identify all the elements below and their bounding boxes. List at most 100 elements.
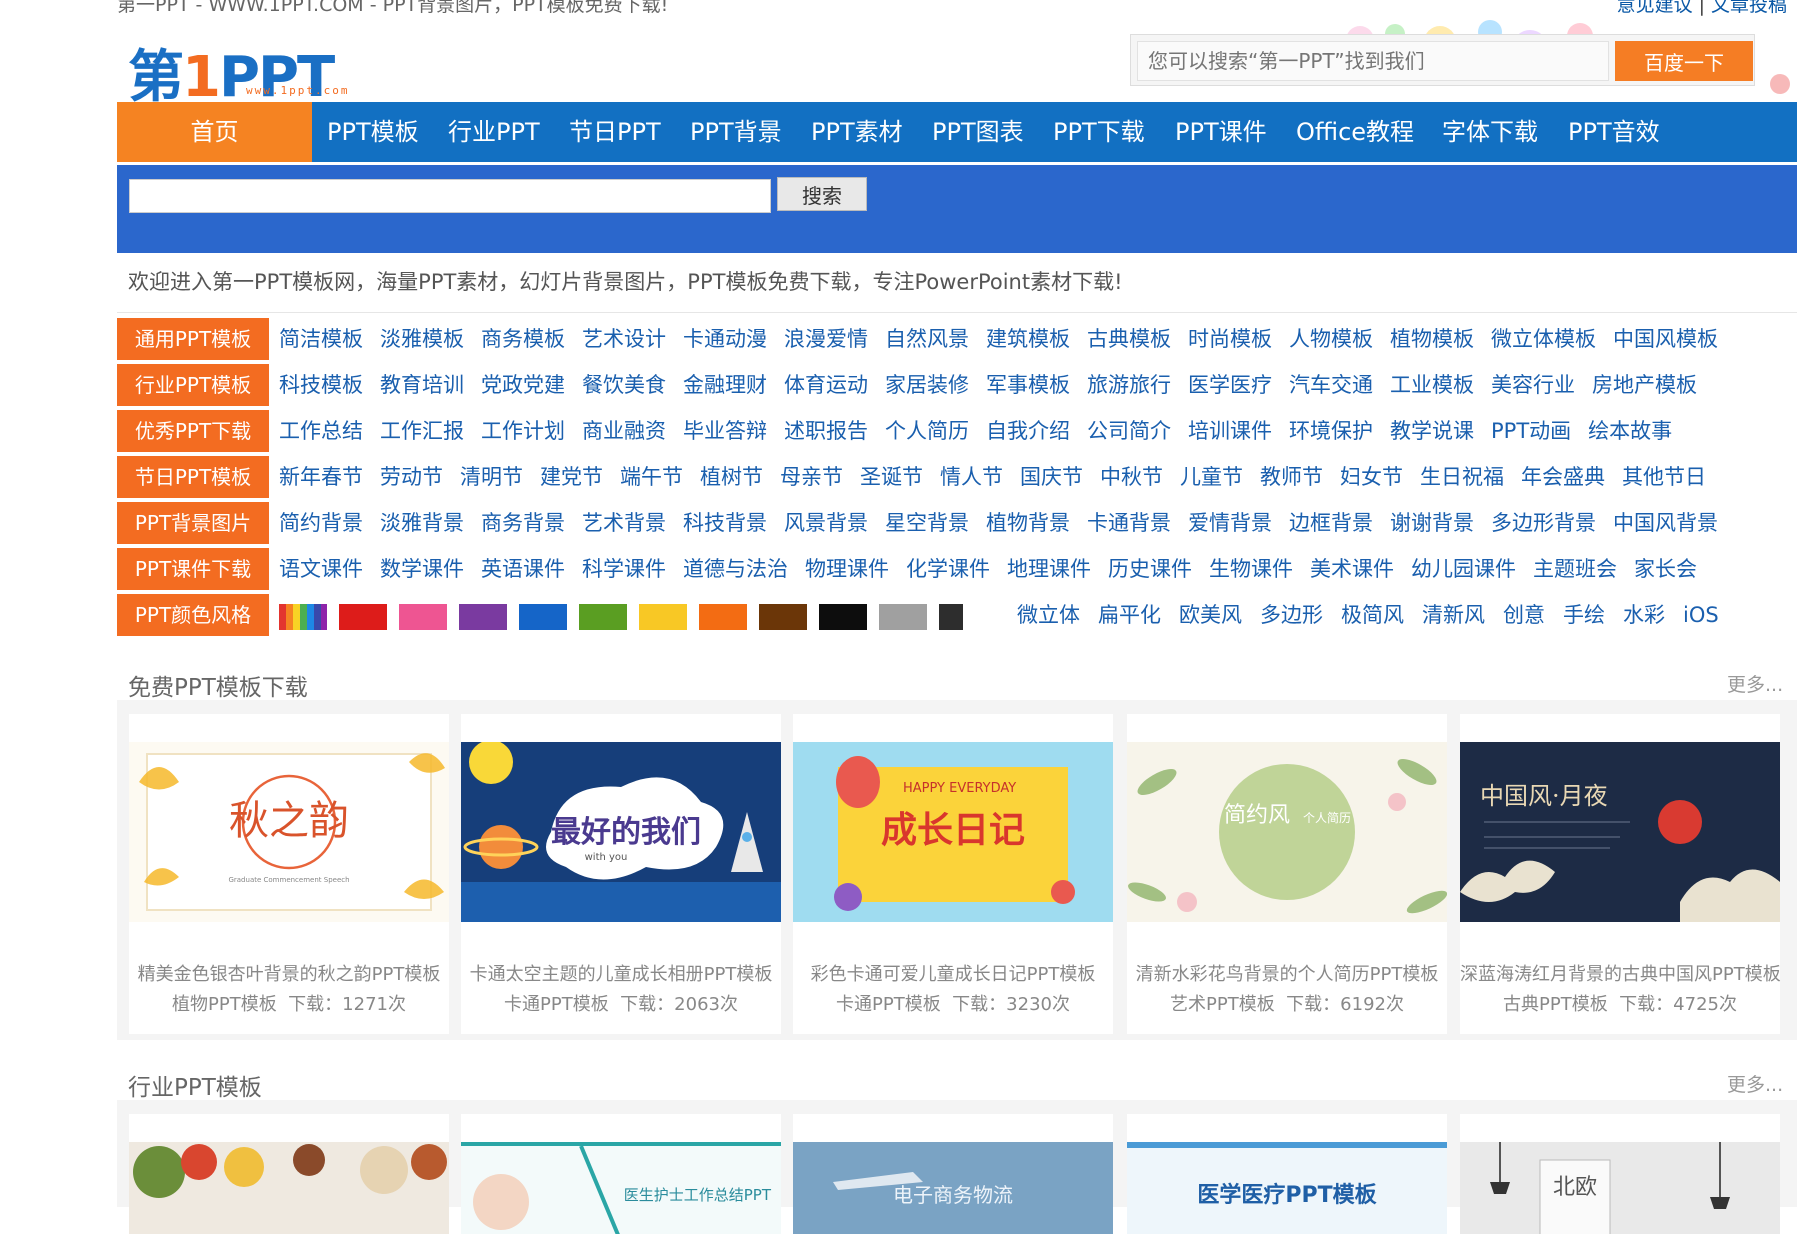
category-link[interactable]: 教师节 — [1260, 456, 1323, 498]
category-link[interactable]: 卡通背景 — [1087, 502, 1171, 544]
category-link[interactable]: 简洁模板 — [279, 318, 363, 360]
category-link[interactable]: 教学说课 — [1390, 410, 1474, 452]
category-link[interactable]: 生日祝福 — [1420, 456, 1504, 498]
color-swatch-blue[interactable] — [519, 604, 567, 630]
category-link[interactable]: 卡通动漫 — [683, 318, 767, 360]
category-link[interactable]: 培训课件 — [1188, 410, 1272, 452]
category-link[interactable]: 语文课件 — [279, 548, 363, 590]
style-link[interactable]: 创意 — [1503, 594, 1545, 636]
category-link[interactable]: 家长会 — [1634, 548, 1697, 590]
category-link[interactable]: 地理课件 — [1007, 548, 1091, 590]
category-link[interactable]: 党政党建 — [481, 364, 565, 406]
category-link[interactable]: 简约背景 — [279, 502, 363, 544]
category-link[interactable]: 美容行业 — [1491, 364, 1575, 406]
site-search-input[interactable] — [129, 179, 771, 213]
category-label[interactable]: 通用PPT模板 — [117, 318, 269, 360]
template-card[interactable]: 医学医疗PPT模板 — [1127, 1114, 1447, 1234]
color-swatch-pink[interactable] — [399, 604, 447, 630]
baidu-search-button[interactable]: 百度一下 — [1615, 41, 1753, 81]
color-swatch-purple[interactable] — [459, 604, 507, 630]
template-card[interactable]: 北欧 — [1460, 1114, 1780, 1234]
category-link[interactable]: 工业模板 — [1390, 364, 1474, 406]
nav-item-ppt-courseware[interactable]: PPT课件 — [1175, 102, 1267, 162]
category-link[interactable]: 人物模板 — [1289, 318, 1373, 360]
category-link[interactable]: 道德与法治 — [683, 548, 788, 590]
category-link[interactable]: 植树节 — [700, 456, 763, 498]
nav-item-office-tutorial[interactable]: Office教程 — [1296, 102, 1414, 162]
category-link[interactable]: 妇女节 — [1340, 456, 1403, 498]
nav-home[interactable]: 首页 — [117, 102, 312, 162]
category-link[interactable]: 浪漫爱情 — [784, 318, 868, 360]
template-title[interactable]: 深蓝海涛红月背景的古典中国风PPT模板 — [1460, 960, 1781, 986]
category-link[interactable]: 公司简介 — [1087, 410, 1171, 452]
category-link[interactable]: 母亲节 — [780, 456, 843, 498]
more-link-free[interactable]: 更多... — [1727, 670, 1783, 697]
category-link[interactable]: 军事模板 — [986, 364, 1070, 406]
category-link[interactable]: 家居装修 — [885, 364, 969, 406]
category-link[interactable]: 生物课件 — [1209, 548, 1293, 590]
category-link[interactable]: 主题班会 — [1533, 548, 1617, 590]
category-link[interactable]: 时尚模板 — [1188, 318, 1272, 360]
style-link[interactable]: 扁平化 — [1098, 594, 1161, 636]
category-link[interactable]: 端午节 — [620, 456, 683, 498]
feedback-link[interactable]: 意见建议 — [1617, 0, 1693, 16]
category-link[interactable]: 自我介绍 — [986, 410, 1070, 452]
category-link[interactable]: 艺术背景 — [582, 502, 666, 544]
category-link[interactable]: 数学课件 — [380, 548, 464, 590]
category-link[interactable]: 儿童节 — [1180, 456, 1243, 498]
category-link[interactable]: 年会盛典 — [1521, 456, 1605, 498]
category-link[interactable]: 毕业答辩 — [683, 410, 767, 452]
category-link[interactable]: 中国风背景 — [1613, 502, 1718, 544]
category-link[interactable]: 建党节 — [540, 456, 603, 498]
color-swatch-gray[interactable] — [879, 604, 927, 630]
category-link[interactable]: 星空背景 — [885, 502, 969, 544]
category-link[interactable]: 淡雅背景 — [380, 502, 464, 544]
category-link[interactable]: 劳动节 — [380, 456, 443, 498]
category-link[interactable]: 美术课件 — [1310, 548, 1394, 590]
nav-item-ppt-materials[interactable]: PPT素材 — [811, 102, 903, 162]
category-link[interactable]: 淡雅模板 — [380, 318, 464, 360]
style-link[interactable]: iOS — [1683, 594, 1719, 636]
category-label[interactable]: 行业PPT模板 — [117, 364, 269, 406]
category-link[interactable]: 圣诞节 — [860, 456, 923, 498]
site-logo[interactable]: 第1PPT www.1ppt.com — [128, 30, 378, 110]
category-link[interactable]: 历史课件 — [1108, 548, 1192, 590]
category-link[interactable]: 房地产模板 — [1592, 364, 1697, 406]
category-link[interactable]: 中国风模板 — [1613, 318, 1718, 360]
color-swatch-black[interactable] — [819, 604, 867, 630]
color-swatch-black-white[interactable] — [939, 604, 987, 630]
category-link[interactable]: 工作总结 — [279, 410, 363, 452]
category-link[interactable]: 个人简历 — [885, 410, 969, 452]
category-link[interactable]: 金融理财 — [683, 364, 767, 406]
category-link[interactable]: 商务背景 — [481, 502, 565, 544]
category-link[interactable]: 旅游旅行 — [1087, 364, 1171, 406]
category-link[interactable]: 植物模板 — [1390, 318, 1474, 360]
category-link[interactable]: 国庆节 — [1020, 456, 1083, 498]
template-title[interactable]: 彩色卡通可爱儿童成长日记PPT模板 — [793, 960, 1113, 986]
style-link[interactable]: 多边形 — [1260, 594, 1323, 636]
category-link[interactable]: 古典模板 — [1087, 318, 1171, 360]
template-card[interactable]: 最好的我们 with you 卡通太空主题的儿童成长相册PPT模板 卡通PPT模… — [461, 714, 781, 1034]
nav-item-ppt-download[interactable]: PPT下载 — [1053, 102, 1145, 162]
category-link[interactable]: 商务模板 — [481, 318, 565, 360]
category-link[interactable]: 爱情背景 — [1188, 502, 1272, 544]
category-link[interactable]: 商业融资 — [582, 410, 666, 452]
category-link[interactable]: 中秋节 — [1100, 456, 1163, 498]
template-card[interactable]: 电子商务物流 — [793, 1114, 1113, 1234]
style-link[interactable]: 极简风 — [1341, 594, 1404, 636]
category-label[interactable]: 优秀PPT下载 — [117, 410, 269, 452]
category-link[interactable]: 英语课件 — [481, 548, 565, 590]
color-swatch-brown[interactable] — [759, 604, 807, 630]
style-link[interactable]: 欧美风 — [1179, 594, 1242, 636]
category-link[interactable]: 幼儿园课件 — [1411, 548, 1516, 590]
style-link[interactable]: 水彩 — [1623, 594, 1665, 636]
category-link[interactable]: 建筑模板 — [986, 318, 1070, 360]
template-card[interactable] — [129, 1114, 449, 1234]
color-swatch-rainbow[interactable] — [279, 604, 327, 630]
category-link[interactable]: 体育运动 — [784, 364, 868, 406]
nav-item-holiday-ppt[interactable]: 节日PPT — [569, 102, 661, 162]
category-link[interactable]: 工作计划 — [481, 410, 565, 452]
category-link[interactable]: 化学课件 — [906, 548, 990, 590]
nav-item-ppt-sound[interactable]: PPT音效 — [1568, 102, 1660, 162]
template-card[interactable]: 简约风 个人简历 清新水彩花鸟背景的个人简历PPT模板 艺术PPT模板 下载：6… — [1127, 714, 1447, 1034]
